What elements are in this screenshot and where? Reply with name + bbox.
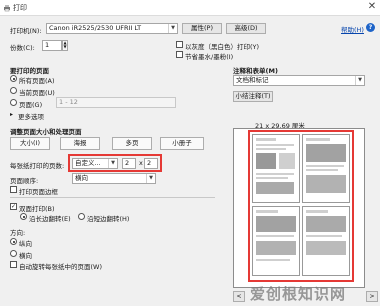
duplex-label: 双面打印(B) [19,205,55,213]
current-page-label: 当前页面(U) [19,89,55,97]
copies-stepper[interactable]: ▲ ▼ [62,40,68,51]
times-sign: x [139,159,143,167]
page-order-label: 页面顺序: [10,177,39,185]
help-link[interactable]: 帮助(H) [341,24,364,34]
long-edge-label: 沿长边翻转(E) [29,215,71,223]
printer-icon [4,5,10,12]
duplex-checkbox[interactable]: ✓ [10,203,17,210]
landscape-label: 横向 [19,252,32,260]
short-edge-label: 沿短边翻转(H) [87,215,130,223]
comments-select-value: 文档和标记 [236,76,269,84]
pages-per-sheet-label: 每张纸打印的页数: [10,162,65,170]
pages-heading: 要打印的页面 [10,67,49,75]
rows-value: 2 [147,159,152,167]
grayscale-label: 以灰度（黑白色）打印(Y) [185,43,260,51]
copies-input[interactable]: 1 [42,40,62,51]
printer-label: 打印机(N): [10,27,42,35]
comments-select[interactable]: 文档和标记 ▼ [233,75,365,86]
expand-icon[interactable]: ▸ [10,111,13,118]
long-edge-radio[interactable] [20,213,27,220]
sizing-heading: 调整页面大小和处理页面 [10,128,82,136]
chevron-left-icon: < [236,293,242,300]
pages-label: 页面(G) [19,101,43,109]
watermark: 爱创根知识网 [250,285,347,303]
properties-button[interactable]: 属性(P) [182,23,222,34]
auto-rotate-checkbox[interactable] [10,261,17,268]
page-order-value: 横向 [75,174,88,182]
window-title: 打印 [13,4,27,12]
printer-select[interactable]: Canon iR2525/2530 UFRII LT ▼ [46,23,178,34]
pages-range-input[interactable]: 1 - 12 [56,97,176,108]
summarize-comments-button[interactable]: 小结注释(T) [233,91,273,102]
chevron-down-icon: ▼ [108,159,117,168]
tab-poster[interactable]: 海报 [60,137,100,150]
tab-size[interactable]: 大小(I) [10,137,50,150]
preview-page-4 [302,206,350,276]
chevron-right-icon: > [369,293,375,300]
page-order-select[interactable]: 横向 ▼ [72,173,156,184]
comments-heading: 注释和表单(M) [233,67,278,75]
copies-label: 份数(C): [10,44,35,52]
cols-value: 2 [125,159,130,167]
pages-radio[interactable] [10,99,17,106]
preview-page-1 [252,134,300,203]
pages-per-sheet-value: 自定义... [75,159,101,167]
preview-page-2 [302,134,350,203]
preview-page-3 [252,206,300,276]
tab-multiple[interactable]: 多页 [112,137,152,150]
print-border-label: 打印页面边框 [19,188,58,196]
save-ink-label: 节省墨水/墨粉(I) [185,53,234,61]
prev-page-button[interactable]: < [233,291,245,302]
printer-select-value: Canon iR2525/2530 UFRII LT [49,24,142,32]
orientation-label: 方向: [10,229,26,237]
grayscale-checkbox[interactable] [176,41,183,48]
short-edge-radio[interactable] [78,213,85,220]
title-bar [0,0,380,16]
close-icon[interactable]: ✕ [366,1,378,13]
all-pages-label: 所有页面(A) [19,77,55,85]
pages-range-placeholder: 1 - 12 [59,98,78,106]
cols-input[interactable]: 2 [122,158,136,169]
auto-rotate-label: 自动旋转每张纸中的页面(W) [19,263,102,271]
next-page-button[interactable]: > [366,291,378,302]
portrait-radio[interactable] [10,238,17,245]
help-icon[interactable]: ? [366,23,375,32]
chevron-down-icon: ▼ [146,174,155,183]
chevron-down-icon: ▼ [355,76,364,85]
pages-per-sheet-select[interactable]: 自定义... ▼ [72,158,118,169]
tab-booklet[interactable]: 小册子 [160,137,204,150]
more-options-link[interactable]: 更多选项 [18,111,44,121]
landscape-radio[interactable] [10,250,17,257]
portrait-label: 纵向 [19,240,32,248]
rows-input[interactable]: 2 [144,158,158,169]
advanced-button[interactable]: 高级(D) [226,23,266,34]
all-pages-radio[interactable] [10,75,17,82]
divider [10,197,215,198]
copies-value: 1 [45,41,50,49]
current-page-radio[interactable] [10,87,17,94]
print-border-checkbox[interactable] [10,186,17,193]
save-ink-checkbox[interactable] [176,51,183,58]
chevron-down-icon: ▼ [168,24,177,33]
